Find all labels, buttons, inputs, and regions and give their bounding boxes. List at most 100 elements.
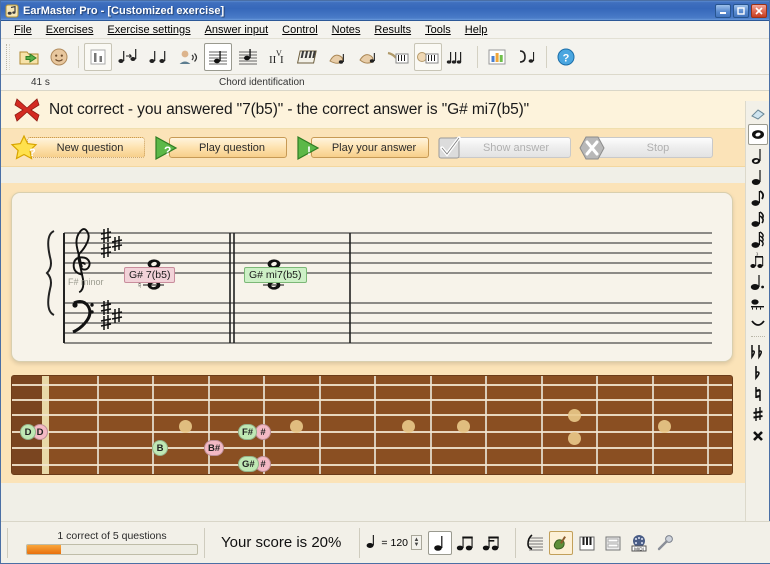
help-icon[interactable]: ? [552,43,580,71]
menu-item-control[interactable]: Control [275,23,324,37]
fret-marker-correct[interactable]: B [152,440,168,456]
menu-answer-input-label: Answer input [204,23,269,36]
menu-item-file[interactable]: File [7,23,39,37]
toolbar-separator-3 [546,45,547,68]
double-flat-icon[interactable] [748,341,768,362]
tie-icon[interactable] [748,313,768,334]
tempo-value[interactable]: 120 [391,537,409,549]
guitar-view-button[interactable] [549,530,574,555]
melody-dictation-icon[interactable] [444,43,472,71]
palette-divider [750,336,765,339]
tuplet-bracket-icon[interactable] [748,292,768,313]
toolbar-grip[interactable] [6,43,10,70]
minimize-button[interactable] [715,3,731,18]
guitar-string [12,464,732,466]
notation-view-button[interactable] [523,531,547,555]
solfege-view-button[interactable] [601,531,625,555]
tempo-control[interactable]: = 120 ▲ ▼ [366,522,423,563]
menu-item-exercises[interactable]: Exercises [39,23,101,37]
guitar-fretboard[interactable]: D D B B# # F# # G# [11,375,733,475]
play-your-answer-button[interactable]: ! Play your answer [293,135,429,160]
triplet-notes-button[interactable] [480,531,504,555]
eraser-icon[interactable] [748,103,768,124]
maximize-button[interactable] [733,3,749,18]
menu-tools-label: Tools [425,23,451,36]
whole-note-icon[interactable] [747,124,768,145]
fret-marker-wrong[interactable]: # [255,424,271,440]
statistics-icon[interactable] [483,43,511,71]
rhythm-clap-back-icon[interactable] [324,43,352,71]
menu-item-tools[interactable]: Tools [418,23,458,37]
menu-item-exercise-settings[interactable]: Exercise settings [100,23,197,37]
sharp-icon[interactable] [748,404,768,425]
play-your-answer-label: Play your answer [311,137,429,158]
chord-progressions-icon[interactable]: II V I [264,43,292,71]
flat-icon[interactable] [748,362,768,383]
microphone-button[interactable] [653,531,677,555]
play-question-label: Play question [169,137,287,158]
tempo-spinner[interactable]: ▲ ▼ [411,535,423,550]
fret-line [430,376,432,474]
menu-item-answer-input[interactable]: Answer input [198,23,276,37]
fret-inlay [568,409,581,422]
staff-notation: ♮ [45,228,712,344]
half-note-icon[interactable] [748,145,768,166]
svg-text:MIDI: MIDI [634,546,644,551]
menu-exercise-settings-label: Exercise settings [107,23,191,36]
user-profile-icon[interactable] [45,43,73,71]
thirtysecond-note-icon[interactable] [748,229,768,250]
tools-note-icon[interactable] [513,43,541,71]
window-title: EarMaster Pro - [Customized exercise] [23,4,225,17]
statusbar-divider-3 [515,527,517,558]
fret-marker-wrong[interactable]: B# [204,440,225,456]
rhythm-reading-icon[interactable] [384,43,412,71]
chord-singing-icon[interactable] [174,43,202,71]
double-sharp-icon[interactable] [748,425,768,446]
guitar-string [12,414,732,416]
play-question-button[interactable]: ? Play question [151,135,287,160]
sixteenth-note-icon[interactable] [748,208,768,229]
piano-view-button[interactable] [575,531,599,555]
new-question-button[interactable]: ? New question [9,134,145,162]
interval-comparison-icon[interactable] [84,42,112,71]
statusbar-grip [7,527,8,558]
fret-marker-correct[interactable]: G# [238,456,259,472]
show-answer-button[interactable]: Show answer [435,135,571,159]
chord-label-wrong[interactable]: G# 7(b5) [124,267,176,283]
open-exercise-icon[interactable] [15,43,43,71]
menu-item-help[interactable]: Help [458,23,495,37]
stop-button[interactable]: Stop [577,136,713,159]
interval-identification-icon[interactable] [114,43,142,71]
scale-identification-icon[interactable] [294,43,322,71]
fret-line [319,376,321,474]
fret-inlay [658,420,671,433]
rhythm-imitation-icon[interactable] [354,43,382,71]
chord-identification-icon[interactable] [204,42,232,71]
chord-label-correct[interactable]: G# mi7(b5) [244,267,307,283]
music-staff-panel[interactable]: ♮ F# minor G# 7(b5) G# mi7(b5) [11,192,733,362]
interval-singing-icon[interactable] [144,43,172,71]
dotted-note-icon[interactable] [748,271,768,292]
quarter-note-button[interactable] [428,530,453,555]
fret-marker-correct[interactable]: D [20,424,36,440]
eighth-note-icon[interactable] [748,187,768,208]
show-answer-label: Show answer [453,137,571,158]
chord-inversions-icon[interactable] [234,43,262,71]
menu-item-results[interactable]: Results [367,23,418,37]
timer-label: 41 s [31,77,50,88]
close-button[interactable] [751,3,767,18]
fret-marker-correct[interactable]: F# [238,424,258,440]
menu-item-notes[interactable]: Notes [325,23,368,37]
eighth-notes-button[interactable] [454,531,478,555]
triplet-icon[interactable]: 3 [748,250,768,271]
menu-results-label: Results [374,23,412,36]
natural-icon[interactable] [748,383,768,404]
tempo-spin-down[interactable]: ▼ [414,542,420,548]
progress-label: 1 correct of 5 questions [57,530,167,542]
rhythm-dictation-icon[interactable] [414,42,442,71]
svg-text:?: ? [164,144,171,158]
quarter-note-icon[interactable] [748,166,768,187]
midi-settings-button[interactable]: MIDI [627,531,651,555]
star-icon: ? [9,134,39,162]
exercise-info-strip: 41 s Chord identification [1,75,769,91]
